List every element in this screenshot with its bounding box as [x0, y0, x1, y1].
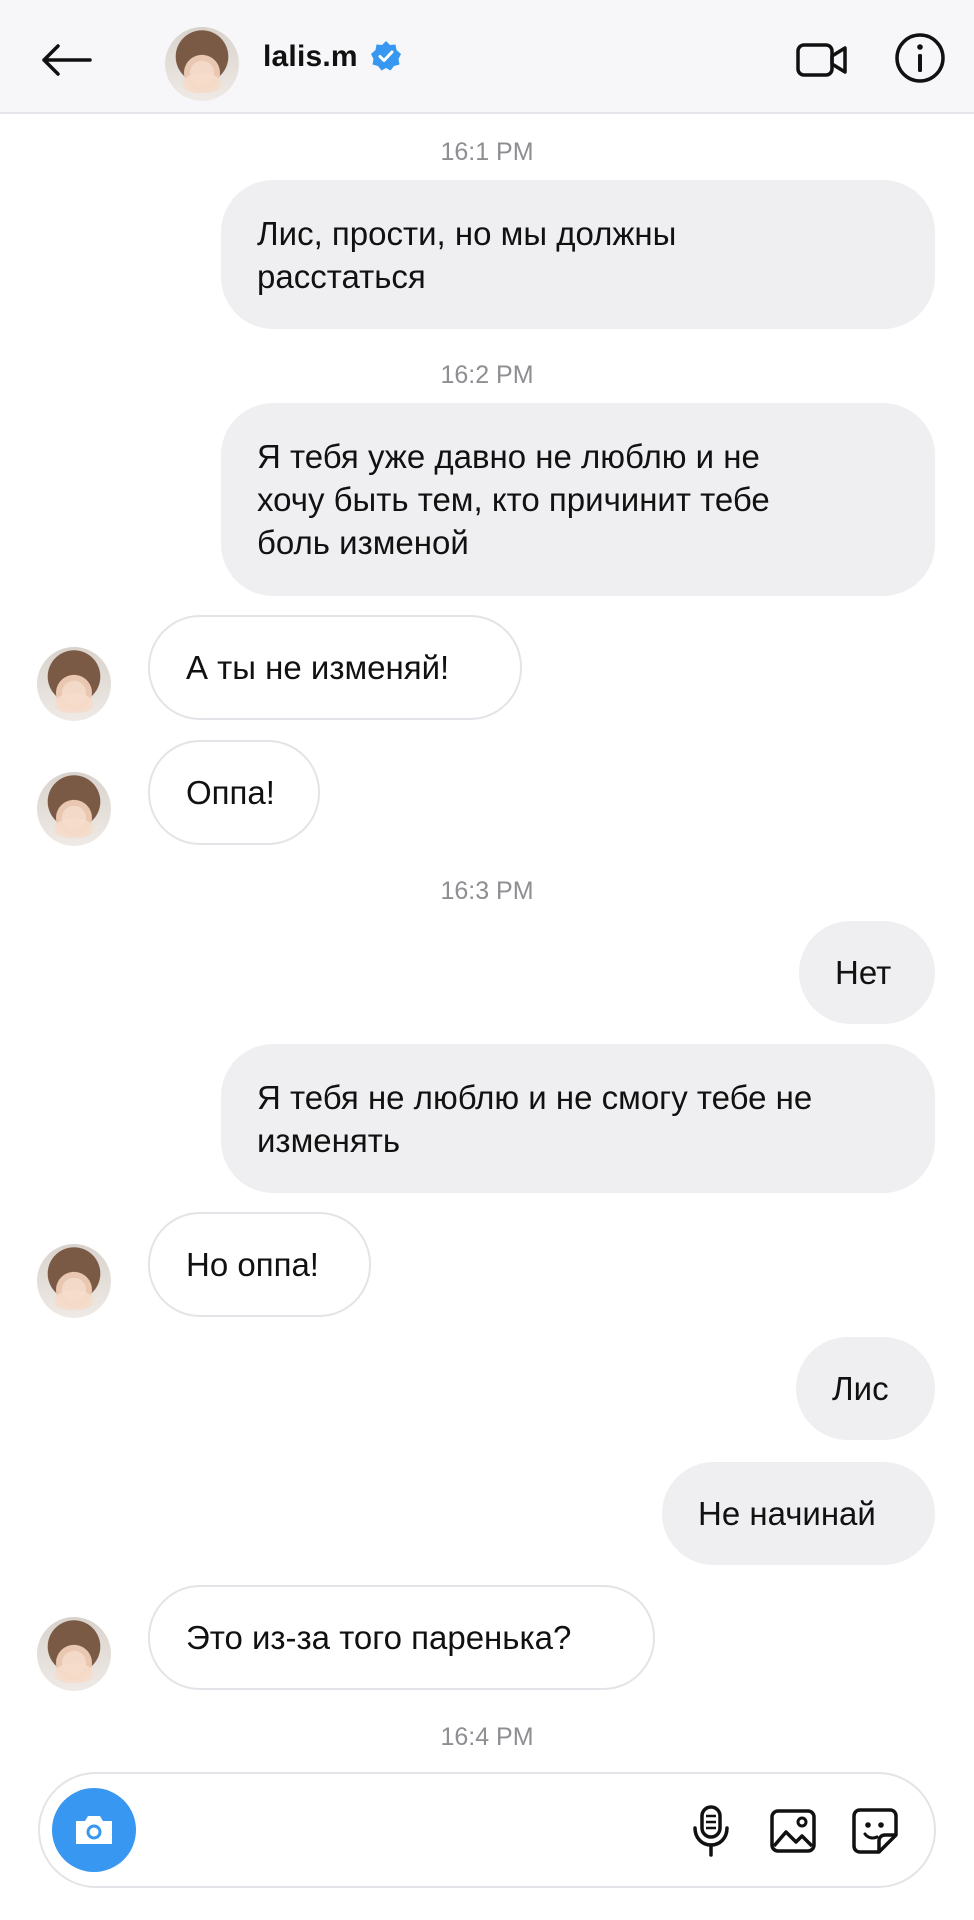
- outgoing-message[interactable]: Лис: [796, 1337, 935, 1440]
- outgoing-message[interactable]: Я тебя не люблю и не смогу тебе не измен…: [221, 1044, 935, 1193]
- incoming-message[interactable]: Это из-за того паренька?: [148, 1585, 655, 1690]
- message-input[interactable]: [152, 1804, 672, 1858]
- outgoing-message[interactable]: Не начинай: [662, 1462, 935, 1565]
- message-composer: [38, 1772, 936, 1888]
- message-text: Я тебя не люблю и не смогу тебе не измен…: [257, 1078, 813, 1159]
- sticker-button[interactable]: [846, 1802, 904, 1860]
- incoming-message[interactable]: А ты не изменяй!: [148, 615, 522, 720]
- outgoing-message[interactable]: Лис, прости, но мы должны расстаться: [221, 180, 935, 329]
- chat-header: lalis.m: [0, 0, 974, 114]
- sender-avatar[interactable]: [37, 1244, 111, 1318]
- incoming-message[interactable]: Оппа!: [148, 740, 320, 845]
- sticker-icon: [852, 1808, 898, 1854]
- info-icon: [895, 33, 945, 83]
- back-arrow-icon: [42, 44, 92, 76]
- sender-avatar[interactable]: [37, 772, 111, 846]
- camera-icon: [76, 1816, 112, 1844]
- contact-username[interactable]: lalis.m: [263, 40, 358, 74]
- camera-button[interactable]: [52, 1788, 136, 1872]
- message-text: Но оппа!: [186, 1246, 319, 1283]
- voice-message-button[interactable]: [682, 1802, 740, 1860]
- info-button[interactable]: [890, 28, 950, 88]
- contact-avatar[interactable]: [165, 27, 239, 101]
- message-text: Это из-за того паренька?: [186, 1619, 572, 1656]
- message-text: Оппа!: [186, 774, 275, 811]
- timestamp: 16:4 PM: [440, 1723, 534, 1751]
- message-text: Я тебя уже давно не люблю и не хочу быть…: [257, 438, 770, 561]
- timestamp: 16:3 PM: [440, 877, 534, 905]
- outgoing-message[interactable]: Нет: [799, 921, 935, 1024]
- outgoing-message[interactable]: Я тебя уже давно не люблю и не хочу быть…: [221, 403, 935, 596]
- incoming-message[interactable]: Но оппа!: [148, 1212, 371, 1317]
- sender-avatar[interactable]: [37, 647, 111, 721]
- message-text: Не начинай: [698, 1495, 876, 1532]
- back-button[interactable]: [36, 30, 96, 90]
- microphone-icon: [693, 1805, 729, 1857]
- video-call-button[interactable]: [792, 30, 852, 90]
- gallery-icon: [770, 1809, 816, 1853]
- sender-avatar[interactable]: [37, 1617, 111, 1691]
- message-text: Лис: [832, 1370, 889, 1407]
- timestamp: 16:1 PM: [440, 138, 534, 166]
- timestamp: 16:2 PM: [440, 361, 534, 389]
- message-text: А ты не изменяй!: [186, 649, 450, 686]
- message-text: Лис, прости, но мы должны расстаться: [257, 214, 677, 295]
- verified-badge-icon: [370, 40, 402, 77]
- message-text: Нет: [835, 954, 892, 991]
- video-call-icon: [796, 43, 847, 77]
- gallery-button[interactable]: [764, 1802, 822, 1860]
